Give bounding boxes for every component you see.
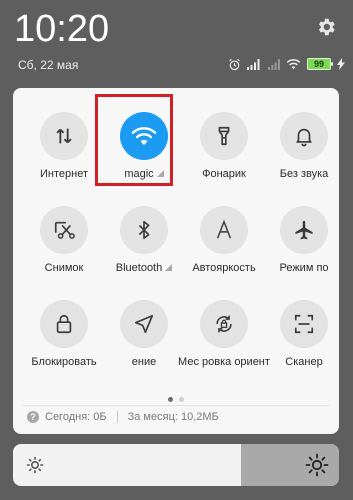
brightness-high-icon (305, 453, 329, 477)
tile-label: Фонарик (178, 168, 270, 180)
settings-gear-icon[interactable] (315, 16, 337, 38)
clock[interactable]: 10:20 (14, 8, 109, 51)
quick-settings-panel: Интернет magic Фонарик Без звука Снимок Bluet… (13, 88, 339, 434)
tile-label-text: magic (124, 168, 154, 180)
info-icon: ? (27, 411, 39, 423)
tile-label: Блокировать (18, 356, 110, 368)
tile-label: Сканер (258, 356, 339, 368)
divider (23, 405, 329, 406)
tile-label: Bluetooth (98, 262, 190, 274)
tile-location[interactable]: ение (104, 282, 184, 372)
tile-label-text: ение (131, 356, 157, 368)
tile-rotation-lock[interactable]: Мес ровка ориент (178, 282, 270, 372)
tile-label: Режим по (258, 262, 339, 274)
bluetooth-icon[interactable] (120, 206, 168, 254)
tile-label: Интернет (18, 168, 110, 180)
mobile-data-icon[interactable] (40, 112, 88, 160)
system-status-icons: 99 (228, 56, 345, 72)
location-icon[interactable] (120, 300, 168, 348)
usage-month: За месяц: 10,2МБ (127, 411, 219, 423)
wifi-status-icon (286, 59, 301, 70)
tile-label-text: Интернет (40, 168, 88, 180)
tile-wifi[interactable]: magic (104, 94, 184, 184)
flashlight-icon[interactable] (200, 112, 248, 160)
rotation-lock-icon[interactable] (200, 300, 248, 348)
usage-today: Сегодня: 0Б (45, 411, 107, 423)
lock-icon[interactable] (40, 300, 88, 348)
tile-bluetooth[interactable]: Bluetooth (104, 188, 184, 278)
tile-label-text: Автояркость (192, 262, 256, 274)
tile-label-text: Сканер (285, 356, 323, 368)
battery-indicator: 99 (307, 58, 333, 70)
tile-lock[interactable]: Блокировать (24, 282, 104, 372)
tile-label: Мес ровка ориент (178, 356, 270, 368)
page-dot-2[interactable] (179, 397, 184, 402)
alarm-icon (229, 58, 240, 70)
charging-bolt-icon (337, 58, 345, 70)
tile-label-text: Снимок (44, 262, 84, 274)
usage-separator (116, 411, 118, 423)
brightness-low-icon (26, 456, 44, 474)
brightness-slider[interactable] (13, 444, 339, 486)
tile-auto-brightness[interactable]: Автояркость (184, 188, 264, 278)
cell-signal-icon (247, 58, 260, 70)
tile-flashlight[interactable]: Фонарик (184, 94, 264, 184)
cell-signal-secondary-icon (268, 58, 280, 70)
page-indicator (13, 389, 339, 402)
tile-label: Без звука (258, 168, 339, 180)
tile-label-text: Режим по (279, 262, 329, 274)
tile-label-text: Мес ровка ориент (178, 356, 270, 368)
wifi-icon[interactable] (120, 112, 168, 160)
tile-label: magic (98, 168, 190, 180)
tile-label: Автояркость (178, 262, 270, 274)
tile-internet[interactable]: Интернет (24, 94, 104, 184)
tile-label-text: Фонарик (202, 168, 246, 180)
airplane-icon[interactable] (280, 206, 328, 254)
tile-label-text: Без звука (279, 168, 329, 180)
scanner-icon[interactable] (280, 300, 328, 348)
tile-label-text: Bluetooth (115, 262, 163, 274)
auto-brightness-icon[interactable] (200, 206, 248, 254)
tile-scanner[interactable]: Сканер (264, 282, 339, 372)
tile-label: Снимок (18, 262, 110, 274)
tile-label: ение (98, 356, 190, 368)
tile-screenshot[interactable]: Снимок (24, 188, 104, 278)
tile-airplane[interactable]: Режим по (264, 188, 339, 278)
signal-strength-icon (156, 170, 164, 177)
scissors-icon[interactable] (40, 206, 88, 254)
data-usage-row[interactable]: ? Сегодня: 0Б За месяц: 10,2МБ (27, 410, 219, 424)
date-label[interactable]: Сб, 22 мая (18, 58, 78, 72)
status-header: 10:20 Сб, 22 мая 99 (0, 0, 353, 82)
bell-icon[interactable] (280, 112, 328, 160)
tile-silent[interactable]: Без звука (264, 94, 339, 184)
signal-strength-icon (165, 264, 173, 271)
page-dot-1[interactable] (168, 397, 173, 402)
tile-label-text: Блокировать (31, 356, 97, 368)
